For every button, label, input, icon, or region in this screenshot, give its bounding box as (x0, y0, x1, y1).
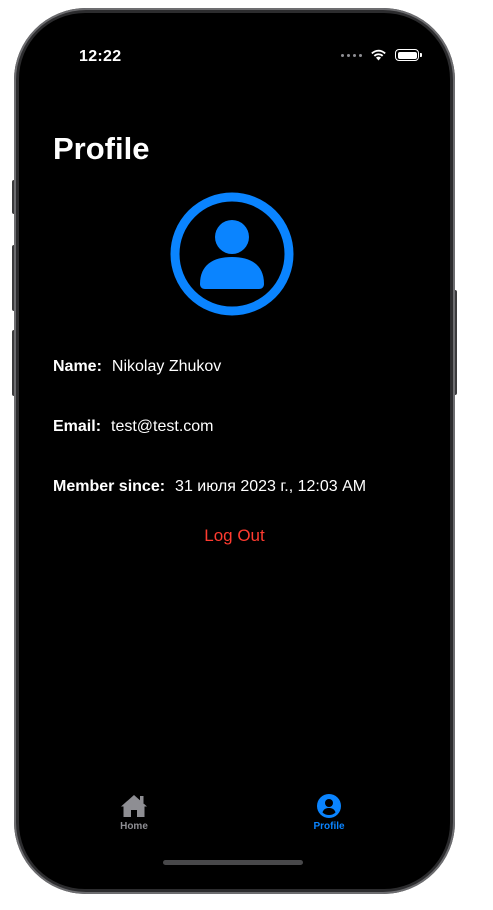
email-label: Email: (53, 418, 102, 435)
profile-avatar-icon (170, 192, 294, 316)
dynamic-island (169, 41, 299, 75)
logout-button[interactable]: Log Out (19, 526, 450, 546)
page-title: Profile (53, 131, 150, 166)
battery-icon (395, 49, 422, 61)
email-value: test@test.com (111, 418, 214, 435)
person-circle-icon (317, 794, 341, 818)
tab-bar: Home Profile (19, 793, 450, 843)
tab-profile[interactable]: Profile (289, 793, 369, 832)
status-time: 12:22 (79, 48, 122, 65)
tab-profile-label: Profile (313, 821, 345, 832)
member-since-value: 31 июля 2023 г., 12:03 AM (175, 478, 367, 495)
screen: 12:22 Profile Name: Nikolay Zhukov Email:… (19, 13, 450, 889)
cellular-icon (341, 53, 362, 57)
name-row: Name: Nikolay Zhukov (53, 358, 221, 376)
member-since-row: Member since: 31 июля 2023 г., 12:03 AM (53, 478, 366, 496)
tab-home-label: Home (120, 821, 148, 832)
name-value: Nikolay Zhukov (111, 358, 222, 375)
name-label: Name: (53, 358, 102, 375)
wifi-icon (371, 49, 386, 61)
member-since-label: Member since: (53, 478, 166, 495)
home-indicator (163, 860, 303, 865)
email-row: Email: test@test.com (53, 418, 214, 436)
status-indicators (341, 49, 422, 61)
house-icon (121, 795, 147, 817)
tab-home[interactable]: Home (94, 793, 174, 832)
